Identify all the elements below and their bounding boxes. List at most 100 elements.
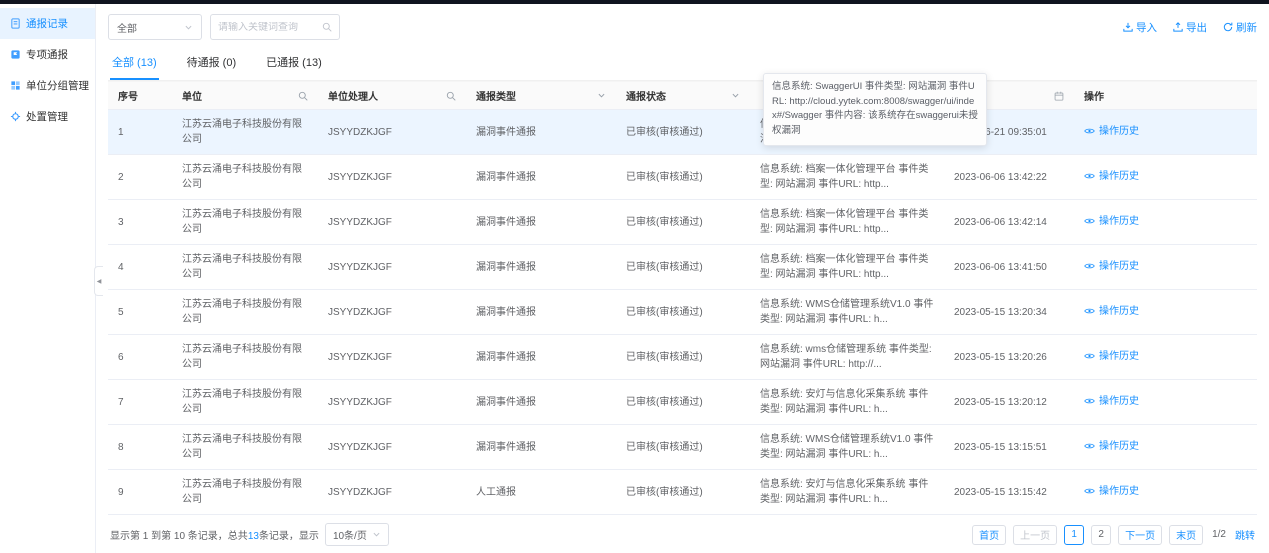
col-handler: 单位处理人: [318, 82, 466, 110]
main-content: 全部 导入 导出 刷新: [96, 4, 1269, 553]
cell-time: 2023-06-06 13:42:22: [944, 155, 1074, 200]
cell-type: 漏洞事件通报: [466, 335, 616, 380]
toolbar: 全部 导入 导出 刷新: [108, 14, 1257, 40]
cell-unit: 江苏云涌电子科技股份有限公司: [172, 335, 318, 380]
action-history-link[interactable]: 操作历史: [1084, 124, 1139, 139]
action-history-link[interactable]: 操作历史: [1084, 259, 1139, 274]
action-history-link[interactable]: 操作历史: [1084, 214, 1139, 229]
cell-type: 漏洞事件通报: [466, 425, 616, 470]
action-history-link[interactable]: 操作历史: [1084, 439, 1139, 454]
keyword-search: [210, 14, 340, 40]
sidebar-item-special-reports[interactable]: 专项通报: [0, 39, 95, 70]
table-row[interactable]: 8江苏云涌电子科技股份有限公司JSYYDZKJGF漏洞事件通报已审核(审核通过)…: [108, 425, 1257, 470]
last-page-button[interactable]: 末页: [1169, 525, 1203, 545]
sidebar-item-unit-group-mgmt[interactable]: 单位分组管理: [0, 70, 95, 101]
table-row[interactable]: 7江苏云涌电子科技股份有限公司JSYYDZKJGF漏洞事件通报已审核(审核通过)…: [108, 380, 1257, 425]
export-icon: [1173, 22, 1183, 32]
action-history-link[interactable]: 操作历史: [1084, 169, 1139, 184]
page-size-select[interactable]: 10条/页: [325, 523, 389, 546]
next-page-button[interactable]: 下一页: [1118, 525, 1162, 545]
table-row[interactable]: 6江苏云涌电子科技股份有限公司JSYYDZKJGF漏洞事件通报已审核(审核通过)…: [108, 335, 1257, 380]
first-page-button[interactable]: 首页: [972, 525, 1006, 545]
cell-handler: JSYYDZKJGF: [318, 155, 466, 200]
cell-action: 操作历史: [1074, 200, 1257, 245]
chevron-down-icon[interactable]: [597, 91, 606, 100]
eye-icon: [1084, 487, 1095, 495]
sidebar-collapse-handle[interactable]: ◀: [94, 266, 103, 296]
sidebar-item-report-records[interactable]: 通报记录: [0, 8, 95, 39]
cell-handler: JSYYDZKJGF: [318, 110, 466, 155]
cell-handler: JSYYDZKJGF: [318, 335, 466, 380]
import-icon: [1123, 22, 1133, 32]
sidebar-item-label: 单位分组管理: [26, 78, 89, 93]
table-row[interactable]: 1江苏云涌电子科技股份有限公司JSYYDZKJGF漏洞事件通报已审核(审核通过)…: [108, 110, 1257, 155]
cell-content: 信息系统: WMS仓储管理系统V1.0 事件类型: 网站漏洞 事件URL: h.…: [750, 290, 944, 335]
search-input[interactable]: [218, 22, 322, 33]
refresh-button[interactable]: 刷新: [1223, 20, 1257, 35]
cell-handler: JSYYDZKJGF: [318, 470, 466, 515]
col-unit: 单位: [172, 82, 318, 110]
cell-unit: 江苏云涌电子科技股份有限公司: [172, 110, 318, 155]
table-row[interactable]: 5江苏云涌电子科技股份有限公司JSYYDZKJGF漏洞事件通报已审核(审核通过)…: [108, 290, 1257, 335]
export-button[interactable]: 导出: [1173, 20, 1207, 35]
cell-index: 1: [108, 110, 172, 155]
cell-status: 已审核(审核通过): [616, 245, 750, 290]
prev-page-button[interactable]: 上一页: [1013, 525, 1057, 545]
search-filter-icon[interactable]: [446, 91, 456, 101]
cell-content: 信息系统: 档案一体化管理平台 事件类型: 网站漏洞 事件URL: http..…: [750, 200, 944, 245]
search-filter-icon[interactable]: [298, 91, 308, 101]
import-button[interactable]: 导入: [1123, 20, 1157, 35]
action-history-link[interactable]: 操作历史: [1084, 394, 1139, 409]
action-history-link[interactable]: 操作历史: [1084, 484, 1139, 499]
cell-status: 已审核(审核通过): [616, 380, 750, 425]
app-window: 通报记录专项通报单位分组管理处置管理 ◀ 全部 导入 导出: [0, 4, 1269, 553]
page-button-2[interactable]: 2: [1091, 525, 1111, 545]
disposal-icon: [10, 111, 21, 122]
table-row[interactable]: 3江苏云涌电子科技股份有限公司JSYYDZKJGF漏洞事件通报已审核(审核通过)…: [108, 200, 1257, 245]
tab-pending[interactable]: 待通报 (0): [185, 49, 239, 80]
cell-content: 信息系统: 安灯与信息化采集系统 事件类型: 网站漏洞 事件URL: h...: [750, 380, 944, 425]
filter-select-value: 全部: [117, 20, 137, 35]
action-history-link[interactable]: 操作历史: [1084, 304, 1139, 319]
tab-reported[interactable]: 已通报 (13): [264, 49, 324, 80]
table-row[interactable]: 9江苏云涌电子科技股份有限公司JSYYDZKJGF人工通报已审核(审核通过)信息…: [108, 470, 1257, 515]
calendar-icon[interactable]: [1054, 91, 1064, 101]
page-button-1[interactable]: 1: [1064, 525, 1084, 545]
cell-index: 5: [108, 290, 172, 335]
filter-select[interactable]: 全部: [108, 14, 202, 40]
cell-index: 7: [108, 380, 172, 425]
table-body: 1江苏云涌电子科技股份有限公司JSYYDZKJGF漏洞事件通报已审核(审核通过)…: [108, 110, 1257, 515]
cell-type: 漏洞事件通报: [466, 290, 616, 335]
cell-status: 已审核(审核通过): [616, 335, 750, 380]
cell-index: 4: [108, 245, 172, 290]
eye-icon: [1084, 262, 1095, 270]
eye-icon: [1084, 217, 1095, 225]
cell-index: 8: [108, 425, 172, 470]
table-footer: 显示第 1 到第 10 条记录，总共13条记录，显示 10条/页 首页 上一页 …: [108, 515, 1257, 553]
search-icon[interactable]: [322, 22, 332, 32]
cell-handler: JSYYDZKJGF: [318, 380, 466, 425]
cell-time: 2023-05-15 13:15:51: [944, 425, 1074, 470]
cell-index: 6: [108, 335, 172, 380]
records-table: 序号 单位 单位处理人 通报类型 通报状态 操作 1江苏云涌电子科技股份有限公司…: [108, 81, 1257, 515]
jump-button[interactable]: 跳转: [1235, 527, 1255, 542]
special-report-icon: [10, 49, 21, 60]
cell-action: 操作历史: [1074, 335, 1257, 380]
tab-all[interactable]: 全部 (13): [110, 49, 159, 80]
cell-time: 2023-06-06 13:42:14: [944, 200, 1074, 245]
action-history-link[interactable]: 操作历史: [1084, 349, 1139, 364]
cell-status: 已审核(审核通过): [616, 470, 750, 515]
cell-unit: 江苏云涌电子科技股份有限公司: [172, 200, 318, 245]
cell-status: 已审核(审核通过): [616, 425, 750, 470]
chevron-down-icon[interactable]: [731, 91, 740, 100]
cell-type: 漏洞事件通报: [466, 200, 616, 245]
sidebar-item-disposal-mgmt[interactable]: 处置管理: [0, 101, 95, 132]
pagination: 首页 上一页 1 2 下一页 末页 1/2 跳转: [972, 525, 1255, 545]
record-summary: 显示第 1 到第 10 条记录，总共13条记录，显示: [110, 527, 319, 542]
table-row[interactable]: 4江苏云涌电子科技股份有限公司JSYYDZKJGF漏洞事件通报已审核(审核通过)…: [108, 245, 1257, 290]
cell-type: 漏洞事件通报: [466, 110, 616, 155]
cell-handler: JSYYDZKJGF: [318, 425, 466, 470]
eye-icon: [1084, 442, 1095, 450]
toolbar-actions: 导入 导出 刷新: [1123, 20, 1257, 35]
table-row[interactable]: 2江苏云涌电子科技股份有限公司JSYYDZKJGF漏洞事件通报已审核(审核通过)…: [108, 155, 1257, 200]
